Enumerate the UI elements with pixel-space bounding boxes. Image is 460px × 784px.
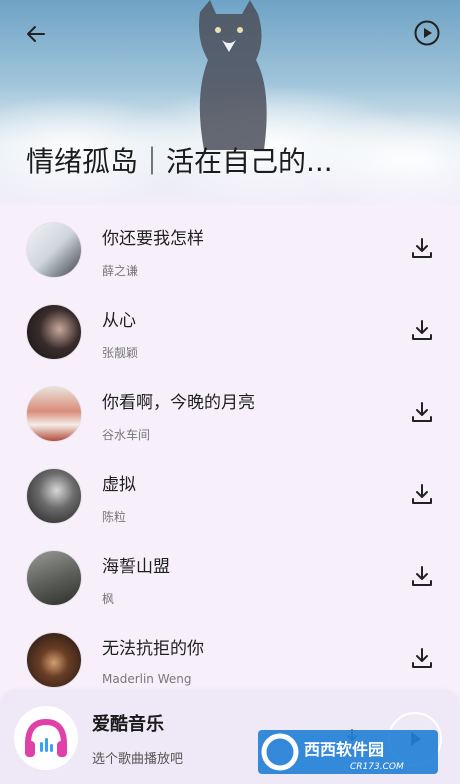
playlist-title: 情绪孤岛｜活在自己的... bbox=[26, 145, 333, 178]
download-icon bbox=[412, 648, 432, 668]
playlist-header: 情绪孤岛｜活在自己的... bbox=[0, 0, 460, 205]
song-title: 你还要我怎样 bbox=[102, 229, 204, 249]
song-row[interactable]: 从心 张靓颖 bbox=[0, 292, 460, 374]
download-icon bbox=[412, 320, 432, 340]
download-button[interactable] bbox=[410, 482, 434, 506]
song-title: 你看啊，今晚的月亮 bbox=[102, 393, 255, 413]
album-cover bbox=[26, 632, 82, 688]
download-button[interactable] bbox=[410, 646, 434, 670]
download-icon bbox=[412, 238, 432, 258]
player-hint: 选个歌曲播放吧 bbox=[92, 752, 184, 767]
song-artist: 陈粒 bbox=[102, 510, 127, 524]
song-artist: 薛之谦 bbox=[102, 264, 139, 278]
watermark-url: CR173.COM bbox=[350, 762, 404, 772]
song-list: 你还要我怎样 薛之谦 从心 张靓颖 你看啊，今晚的月亮 谷水车间 虚拟 陈粒 海… bbox=[0, 210, 460, 702]
song-title: 无法抗拒的你 bbox=[102, 639, 204, 659]
arrow-left-icon bbox=[27, 26, 45, 42]
song-row[interactable]: 虚拟 陈粒 bbox=[0, 456, 460, 538]
app-name: 爱酷音乐 bbox=[92, 714, 164, 735]
album-cover bbox=[26, 222, 82, 278]
song-artist: 枫 bbox=[102, 592, 115, 606]
download-button[interactable] bbox=[410, 400, 434, 424]
song-row[interactable]: 你还要我怎样 薛之谦 bbox=[0, 210, 460, 292]
song-title: 从心 bbox=[102, 311, 136, 331]
song-artist: 张靓颖 bbox=[102, 346, 139, 360]
song-row[interactable]: 你看啊，今晚的月亮 谷水车间 bbox=[0, 374, 460, 456]
song-title: 海誓山盟 bbox=[102, 557, 170, 577]
song-title: 虚拟 bbox=[102, 475, 136, 495]
download-icon bbox=[412, 566, 432, 586]
watermark-brand: 西西软件园 bbox=[304, 740, 384, 759]
play-all-button[interactable] bbox=[412, 18, 442, 48]
album-cover bbox=[26, 304, 82, 360]
back-button[interactable] bbox=[20, 18, 52, 50]
song-row[interactable]: 海誓山盟 枫 bbox=[0, 538, 460, 620]
album-cover bbox=[26, 550, 82, 606]
headphones-icon bbox=[25, 718, 67, 757]
album-cover bbox=[26, 468, 82, 524]
app-logo bbox=[14, 706, 78, 770]
download-button[interactable] bbox=[410, 236, 434, 260]
download-icon bbox=[412, 484, 432, 504]
song-artist: 谷水车间 bbox=[102, 428, 151, 442]
download-button[interactable] bbox=[410, 318, 434, 342]
play-circle-icon bbox=[414, 20, 440, 46]
cat-illustration bbox=[199, 0, 267, 150]
download-button[interactable] bbox=[410, 564, 434, 588]
album-cover bbox=[26, 386, 82, 442]
watermark-logo: 西西软件园 CR173.COM bbox=[258, 730, 438, 774]
download-icon bbox=[412, 402, 432, 422]
song-artist: Maderlin Weng bbox=[102, 672, 192, 686]
